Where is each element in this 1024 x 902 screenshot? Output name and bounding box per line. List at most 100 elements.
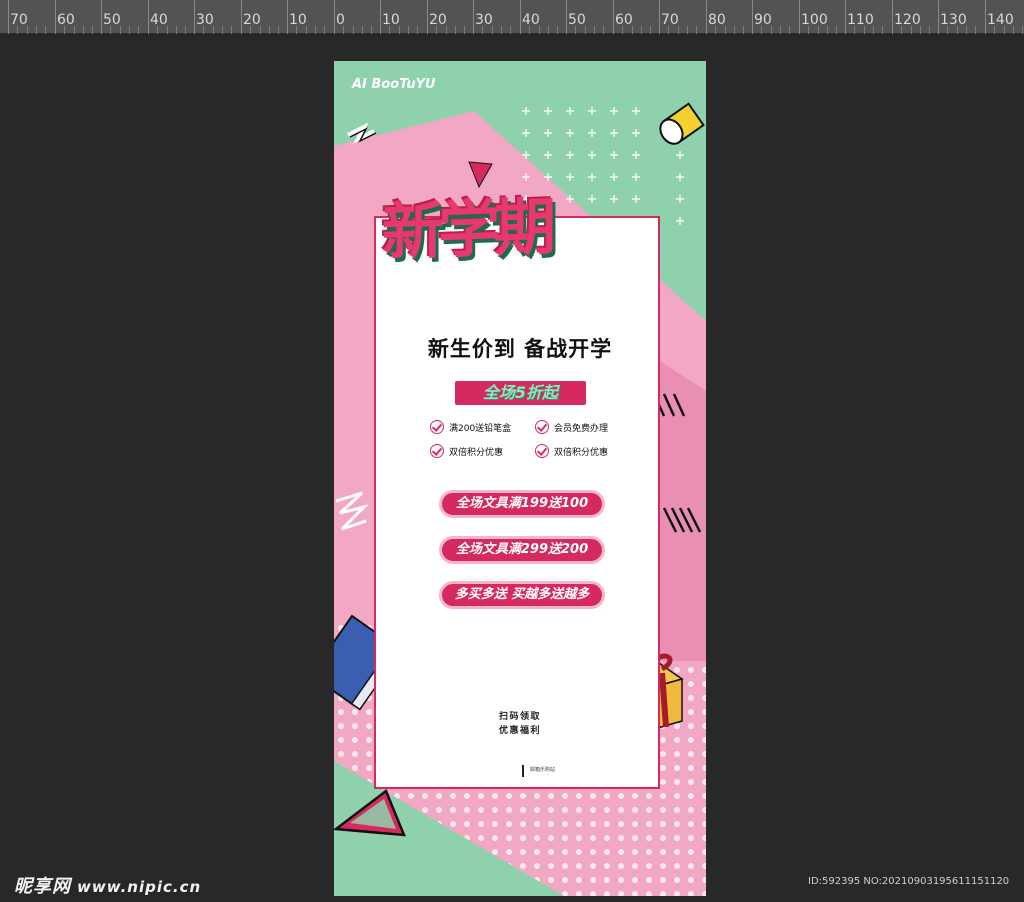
check-circle-icon — [535, 420, 549, 434]
ruler-minor-tick — [250, 26, 251, 34]
brand-logo-text: AI BooTuYU — [352, 77, 436, 92]
ruler-minor-tick — [854, 26, 855, 34]
ruler-major-tick — [706, 0, 707, 34]
ruler-minor-tick — [975, 26, 976, 34]
ruler-minor-tick — [64, 26, 65, 34]
ruler-tick-label: 30 — [196, 12, 214, 28]
ruler-minor-tick — [501, 26, 502, 34]
feature-label: 满200送铅笔盒 — [449, 423, 512, 434]
ruler-minor-tick — [455, 26, 456, 34]
ruler-major-tick — [752, 0, 753, 34]
footer-divider — [522, 765, 524, 777]
ruler-minor-tick — [1022, 26, 1023, 34]
qr-caption-line2: 优惠福利 — [498, 726, 541, 736]
ruler-minor-tick — [45, 26, 46, 34]
ruler-minor-tick — [947, 26, 948, 34]
ruler-tick-label: 40 — [522, 12, 540, 28]
ruler-minor-tick — [482, 26, 483, 34]
ruler-minor-tick — [510, 26, 511, 34]
feature-label: 双倍积分优惠 — [554, 447, 609, 458]
ruler-minor-tick — [176, 26, 177, 34]
ruler-tick-label: 110 — [847, 12, 874, 28]
ruler-tick-label: 20 — [243, 12, 261, 28]
ruler-major-tick — [659, 0, 660, 34]
ruler-minor-tick — [725, 26, 726, 34]
ruler-minor-tick — [780, 26, 781, 34]
check-circle-icon — [430, 420, 444, 434]
check-circle-icon — [535, 444, 549, 458]
feature-label: 双倍积分优惠 — [449, 447, 504, 458]
ruler-minor-tick — [278, 26, 279, 34]
ruler-minor-tick — [231, 26, 232, 34]
ruler-minor-tick — [678, 26, 679, 34]
ruler-minor-tick — [836, 26, 837, 34]
ruler-minor-tick — [213, 26, 214, 34]
ruler-tick-label: 130 — [940, 12, 967, 28]
ruler-minor-tick — [353, 26, 354, 34]
ruler-minor-tick — [399, 26, 400, 34]
ruler-minor-tick — [715, 26, 716, 34]
ruler-minor-tick — [632, 26, 633, 34]
ruler-minor-tick — [901, 26, 902, 34]
ruler-minor-tick — [687, 26, 688, 34]
promo-pill: 全场文具满199送100 — [439, 490, 605, 518]
ruler-major-tick — [194, 0, 195, 34]
ruler-major-tick — [287, 0, 288, 34]
ruler-major-tick — [101, 0, 102, 34]
ruler-minor-tick — [771, 26, 772, 34]
ruler-minor-tick — [557, 26, 558, 34]
qr-caption-line1: 扫码领取 — [498, 712, 541, 722]
ruler-tick-label: 70 — [10, 12, 28, 28]
ruler-minor-tick — [315, 26, 316, 34]
ruler-tick-label: 120 — [894, 12, 921, 28]
ruler-minor-tick — [83, 26, 84, 34]
poster-artboard[interactable]: AI BooTuYU 新学期 新生价到 备战开学 全场5折起 满200送铅笔盒 … — [334, 61, 706, 896]
ruler-minor-tick — [734, 26, 735, 34]
ruler-major-tick — [566, 0, 567, 34]
site-name: 昵享网 — [14, 876, 71, 897]
ruler-minor-tick — [492, 26, 493, 34]
horizontal-ruler[interactable]: 70 60 50 40 30 20 10 0 10 20 30 40 50 60 70 80 90 100 110 1… — [0, 0, 1024, 34]
ruler-minor-tick — [1013, 26, 1014, 34]
ruler-minor-tick — [36, 26, 37, 34]
ruler-tick-label: 30 — [475, 12, 493, 28]
promo-pill: 多买多送 买越多送越多 — [439, 581, 605, 609]
ruler-major-tick — [241, 0, 242, 34]
ruler-minor-tick — [827, 26, 828, 34]
ruler-minor-tick — [650, 26, 651, 34]
ruler-tick-label: 90 — [754, 12, 772, 28]
ruler-minor-tick — [362, 26, 363, 34]
ruler-minor-tick — [594, 26, 595, 34]
ruler-major-tick — [334, 0, 335, 34]
ruler-minor-tick — [818, 26, 819, 34]
ruler-minor-tick — [957, 26, 958, 34]
site-watermark: 昵享网 www.nipic.cn — [14, 872, 201, 898]
ruler-minor-tick — [743, 26, 744, 34]
ruler-minor-tick — [157, 26, 158, 34]
feature-item: 双倍积分优惠 — [430, 444, 503, 458]
ruler-minor-tick — [911, 26, 912, 34]
site-url: www.nipic.cn — [77, 878, 202, 896]
ruler-minor-tick — [789, 26, 790, 34]
ruler-major-tick — [55, 0, 56, 34]
footer-text: 邮箱乐购站 — [530, 767, 556, 773]
ruler-minor-tick — [585, 26, 586, 34]
ruler-major-tick — [473, 0, 474, 34]
ruler-tick-label: 60 — [615, 12, 633, 28]
poster-headline: 新学期 — [382, 190, 551, 269]
ruler-minor-tick — [269, 26, 270, 34]
ruler-minor-tick — [260, 26, 261, 34]
ruler-minor-tick — [761, 26, 762, 34]
ruler-tick-label: 10 — [289, 12, 307, 28]
ruler-minor-tick — [882, 26, 883, 34]
ruler-minor-tick — [920, 26, 921, 34]
ruler-minor-tick — [548, 26, 549, 34]
ruler-major-tick — [613, 0, 614, 34]
ruler-minor-tick — [417, 26, 418, 34]
ruler-minor-tick — [464, 26, 465, 34]
ruler-tick-label: 140 — [987, 12, 1014, 28]
ruler-major-tick — [380, 0, 381, 34]
ruler-minor-tick — [864, 26, 865, 34]
ruler-tick-label: 40 — [150, 12, 168, 28]
ruler-major-tick — [8, 0, 9, 34]
